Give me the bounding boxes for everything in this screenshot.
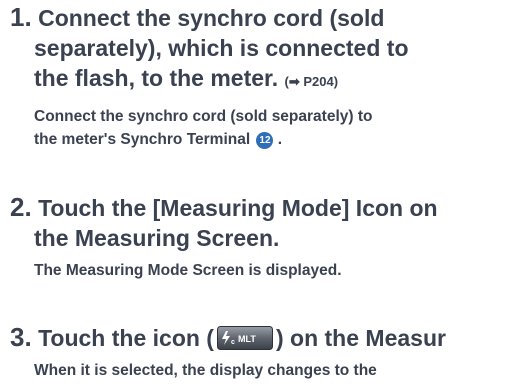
arrow-right-icon: ➡ — [288, 74, 300, 89]
step-1-desc-line-1: Connect the synchro cord (sold separatel… — [34, 108, 373, 125]
step-1: 1. Connect the synchro cord (sold separa… — [10, 2, 409, 151]
step-2: 2. Touch the [Measuring Mode] Icon on th… — [10, 192, 438, 282]
svg-text:c: c — [231, 339, 235, 346]
step-1-title-line-3: the flash, to the meter. — [34, 65, 279, 91]
step-1-desc-line-2: the meter's Synchro Terminal 12 . — [34, 128, 409, 151]
step-3-number: 3. — [10, 322, 32, 352]
terminal-number-badge: 12 — [256, 132, 274, 149]
step-1-number: 1. — [10, 2, 32, 32]
step-3-desc-line-1: When it is selected, the display changes… — [34, 362, 377, 379]
step-3-line-1: 3. Touch the icon ( c MLT ) on the Measu… — [10, 322, 446, 353]
step-2-desc-line-1: The Measuring Mode Screen is displayed. — [34, 262, 342, 279]
page-reference: (➡ P204) — [285, 74, 339, 89]
step-2-line-1: 2. Touch the [Measuring Mode] Icon on — [10, 192, 438, 223]
flash-cord-multi-icon-text: MLT — [238, 334, 256, 344]
step-1-title-line-1: Connect the synchro cord (sold — [38, 5, 385, 31]
step-1-desc-end: . — [277, 131, 283, 148]
step-1-line-1: 1. Connect the synchro cord (sold — [10, 2, 409, 33]
step-3-title-suffix: ) on the Measur — [275, 325, 446, 351]
step-2-number: 2. — [10, 192, 32, 222]
flash-cord-multi-icon: c MLT — [216, 326, 273, 350]
step-1-desc-text: the meter's Synchro Terminal — [34, 131, 251, 148]
step-1-title-line-2: separately), which is connected to — [34, 35, 409, 61]
step-3-title-prefix: Touch the icon ( — [38, 325, 214, 351]
step-3: 3. Touch the icon ( c MLT ) on the Measu… — [10, 322, 446, 382]
page-reference-page: P204) — [303, 74, 339, 89]
step-1-line-3: the flash, to the meter. (➡ P204) — [34, 63, 409, 97]
step-2-title-line-2: the Measuring Screen. — [34, 225, 280, 251]
step-2-title-line-1: Touch the [Measuring Mode] Icon on — [38, 195, 438, 221]
